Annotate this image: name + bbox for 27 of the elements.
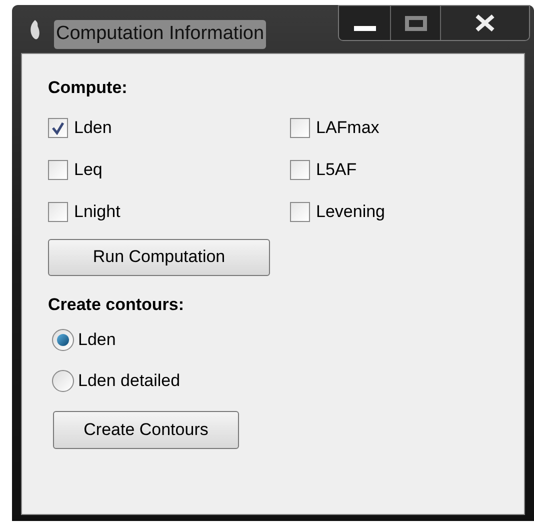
maximize-button[interactable] <box>391 6 441 40</box>
checkbox-label: Levening <box>316 200 386 223</box>
checkbox[interactable] <box>48 118 68 138</box>
checkbox-label: Lnight <box>74 200 120 223</box>
window-title: Computation Information <box>54 20 266 48</box>
checkbox-label: L5AF <box>316 158 357 181</box>
checkbox[interactable] <box>48 160 68 180</box>
check-icon <box>51 120 65 134</box>
checkbox[interactable] <box>290 118 310 138</box>
close-button[interactable] <box>441 6 529 40</box>
run-computation-button[interactable]: Run Computation <box>48 238 270 276</box>
radio-label: Lden detailed <box>78 370 180 392</box>
checkbox[interactable] <box>48 202 68 222</box>
minimize-button[interactable] <box>339 6 391 40</box>
checkbox-label: Leq <box>74 158 102 181</box>
checkbox-label: LAFmax <box>316 116 380 139</box>
create-contours-button[interactable]: Create Contours <box>53 411 239 449</box>
radio-button[interactable] <box>52 328 74 350</box>
app-icon <box>28 19 42 41</box>
radio-button[interactable] <box>52 370 74 392</box>
radio-label: Lden <box>78 328 116 351</box>
close-icon <box>474 14 496 32</box>
contours-heading: Create contours: <box>48 294 186 316</box>
compute-heading: Compute: <box>48 77 128 99</box>
checkbox[interactable] <box>290 160 310 180</box>
checkbox[interactable] <box>290 202 310 222</box>
checkbox-label: Lden <box>74 116 112 139</box>
